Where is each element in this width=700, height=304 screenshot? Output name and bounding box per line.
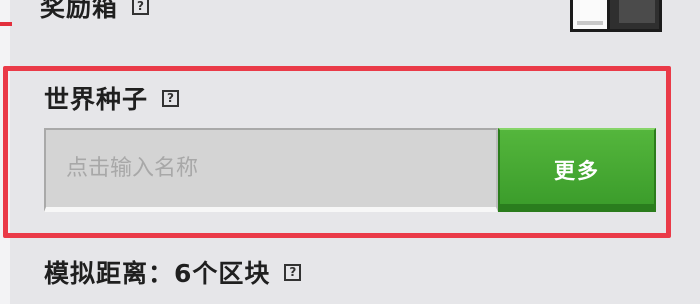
world-seed-label: 世界种子 xyxy=(44,85,149,114)
world-seed-setting: 世界种子 ? xyxy=(44,80,180,116)
toggle-knob[interactable] xyxy=(570,0,610,32)
simulation-distance-setting: 模拟距离：6个区块 ? xyxy=(44,254,302,290)
help-icon[interactable]: ? xyxy=(132,0,150,15)
reward-box-label: 奖励箱 xyxy=(40,0,119,22)
toggle-track xyxy=(619,0,655,23)
simulation-distance-label: 模拟距离：6个区块 xyxy=(44,259,271,288)
world-seed-input[interactable] xyxy=(44,128,498,212)
reward-box-setting: 奖励箱 ? xyxy=(40,0,150,24)
help-icon[interactable]: ? xyxy=(284,263,302,281)
more-button[interactable]: 更多 xyxy=(498,128,656,212)
scroll-marker xyxy=(0,22,12,26)
help-icon[interactable]: ? xyxy=(162,89,180,107)
reward-box-toggle[interactable] xyxy=(570,0,662,32)
